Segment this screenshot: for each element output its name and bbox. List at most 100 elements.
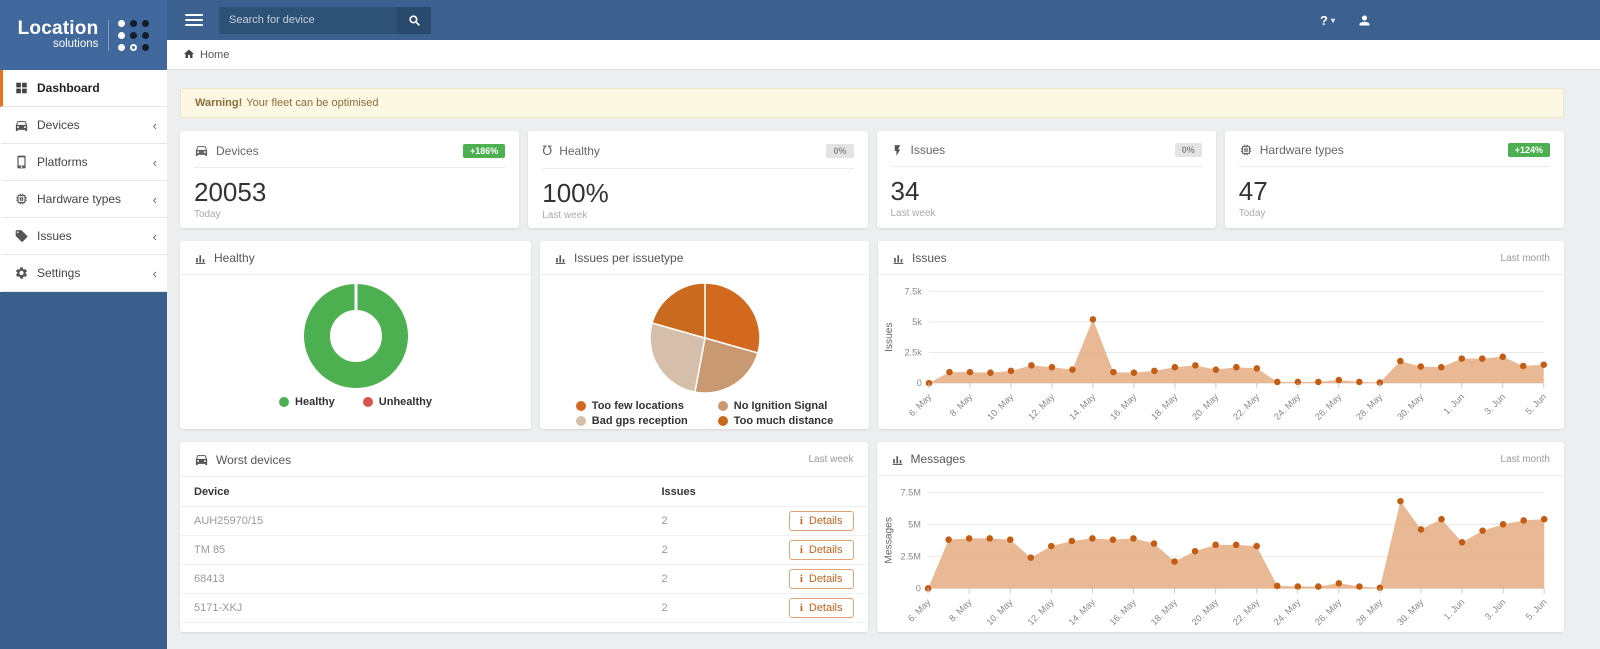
sidebar-item-issues[interactable]: Issues ‹ xyxy=(0,218,167,255)
stat-card-healthy: ℧ Healthy 0% 100% Last week xyxy=(528,131,868,228)
legend-label: Bad gps reception xyxy=(591,415,688,427)
car-icon xyxy=(195,146,208,157)
chevron-left-icon: ‹ xyxy=(152,117,157,133)
hamburger-menu-icon[interactable] xyxy=(185,14,203,26)
svg-text:10. May: 10. May xyxy=(985,391,1015,421)
legend-label: Healthy xyxy=(295,396,335,408)
legend-item[interactable]: No Ignition Signal xyxy=(717,400,833,412)
svg-text:20. May: 20. May xyxy=(1189,597,1220,628)
brand-logo[interactable]: Location solutions xyxy=(0,0,167,70)
svg-text:30. May: 30. May xyxy=(1395,391,1425,421)
card-title: Issues xyxy=(912,251,947,265)
sidebar: Dashboard Devices ‹ Platforms ‹ Hardware… xyxy=(0,70,167,649)
svg-text:28. May: 28. May xyxy=(1354,597,1385,628)
chip-icon xyxy=(1240,144,1251,156)
stat-title: Healthy xyxy=(559,144,600,158)
legend-swatch-icon xyxy=(575,401,586,411)
details-button[interactable]: i Details xyxy=(788,540,854,560)
info-icon: i xyxy=(799,515,803,527)
sidebar-item-label: Issues xyxy=(37,229,72,243)
svg-text:Messages: Messages xyxy=(883,517,894,564)
dot-icon xyxy=(130,19,138,27)
issues-cell: 2 xyxy=(647,535,758,565)
bar-chart-icon xyxy=(893,254,904,264)
app-root: Location solutions ? ▾ xyxy=(0,0,1600,649)
legend-item[interactable]: Bad gps reception xyxy=(575,415,688,427)
dot-icon xyxy=(118,19,126,27)
period-label: Last month xyxy=(1500,252,1550,264)
stat-cards-row: Devices +186% 20053 Today ℧ Healthy 0% 1… xyxy=(180,131,1564,228)
breadcrumb: Home xyxy=(167,40,1600,70)
chevron-left-icon: ‹ xyxy=(152,191,157,207)
device-cell: AUH25970/15 xyxy=(180,506,648,536)
svg-text:30. May: 30. May xyxy=(1395,597,1426,628)
svg-text:5k: 5k xyxy=(912,317,922,327)
svg-text:0: 0 xyxy=(917,378,922,388)
device-cell: 68413 xyxy=(180,564,648,594)
user-menu[interactable] xyxy=(1357,13,1372,28)
issues-per-issuetype-pie-chart xyxy=(648,282,761,394)
svg-text:16. May: 16. May xyxy=(1108,391,1138,421)
period-label: Last month xyxy=(1500,453,1550,465)
action-cell: i Details xyxy=(757,593,868,623)
topbar-right: ? ▾ xyxy=(1320,13,1372,28)
sidebar-item-platforms[interactable]: Platforms ‹ xyxy=(0,144,167,181)
help-menu[interactable]: ? ▾ xyxy=(1320,13,1335,28)
details-label: Details xyxy=(808,602,843,614)
breadcrumb-home[interactable]: Home xyxy=(200,49,229,61)
device-cell: TM 85 xyxy=(180,535,648,565)
warning-text: Your fleet can be optimised xyxy=(246,97,379,109)
table-row: AUH25970/15 2 i Details xyxy=(180,506,868,536)
legend-item[interactable]: Too few locations xyxy=(575,400,688,412)
messages-area-chart: 0 2.5M 5M 7.5M 6. May 8. May 10. May 12. May 14.… xyxy=(883,487,1548,628)
svg-text:1. Jun: 1. Jun xyxy=(1441,392,1466,417)
bar-chart-icon xyxy=(892,455,902,465)
warning-bold: Warning! xyxy=(195,97,243,109)
sidebar-item-dashboard[interactable]: Dashboard xyxy=(0,70,167,107)
stat-subtitle: Today xyxy=(194,209,221,220)
search-button[interactable] xyxy=(397,6,431,34)
svg-text:1. Jun: 1. Jun xyxy=(1441,597,1466,622)
chip-icon xyxy=(16,193,27,205)
period-label: Last week xyxy=(808,454,854,465)
legend-swatch-icon xyxy=(717,416,728,426)
details-button[interactable]: i Details xyxy=(788,569,854,589)
search-input[interactable] xyxy=(219,6,397,34)
brand-name: Location solutions xyxy=(18,19,99,51)
search-icon xyxy=(408,14,420,26)
sidebar-item-devices[interactable]: Devices ‹ xyxy=(0,107,167,144)
trend-badge: +124% xyxy=(1507,143,1550,157)
bar-chart-icon xyxy=(195,254,206,264)
search-bar xyxy=(219,6,431,34)
dot-icon xyxy=(130,43,138,51)
table-row: 5171-XKJ 2 i Details xyxy=(180,593,868,623)
legend-swatch-icon xyxy=(362,397,373,407)
stat-title: Devices xyxy=(216,143,259,158)
dot-icon xyxy=(130,31,138,39)
chevron-left-icon: ‹ xyxy=(152,154,157,170)
issues-cell: 2 xyxy=(647,593,758,623)
svg-text:7.5M: 7.5M xyxy=(900,487,920,497)
stat-card-issues: Issues 0% 34 Last week xyxy=(876,131,1216,228)
legend-swatch-icon xyxy=(279,397,290,407)
dot-icon xyxy=(118,31,126,39)
svg-text:14. May: 14. May xyxy=(1067,391,1097,421)
sidebar-item-hardware-types[interactable]: Hardware types ‹ xyxy=(0,181,167,218)
legend-item[interactable]: Too much distance xyxy=(717,415,833,427)
legend-item[interactable]: Healthy xyxy=(279,396,335,408)
info-icon: i xyxy=(799,544,803,556)
worst-devices-table: Device Issues AUH25970/15 2 i Details TM 85 2… xyxy=(180,477,868,623)
chart-legend: Too few locations No Ignition Signal Bad g… xyxy=(575,400,833,427)
home-icon xyxy=(184,49,194,58)
tag-icon xyxy=(15,230,28,242)
sidebar-item-label: Devices xyxy=(37,118,80,132)
trend-badge: +186% xyxy=(462,143,506,158)
svg-text:10. May: 10. May xyxy=(984,597,1015,628)
legend-item[interactable]: Unhealthy xyxy=(362,396,432,408)
sidebar-item-label: Hardware types xyxy=(37,192,122,206)
trend-badge: 0% xyxy=(826,144,854,158)
details-button[interactable]: i Details xyxy=(788,511,854,531)
stat-card-devices: Devices +186% 20053 Today xyxy=(180,131,520,228)
details-button[interactable]: i Details xyxy=(788,598,854,618)
sidebar-item-settings[interactable]: Settings ‹ xyxy=(0,255,167,292)
